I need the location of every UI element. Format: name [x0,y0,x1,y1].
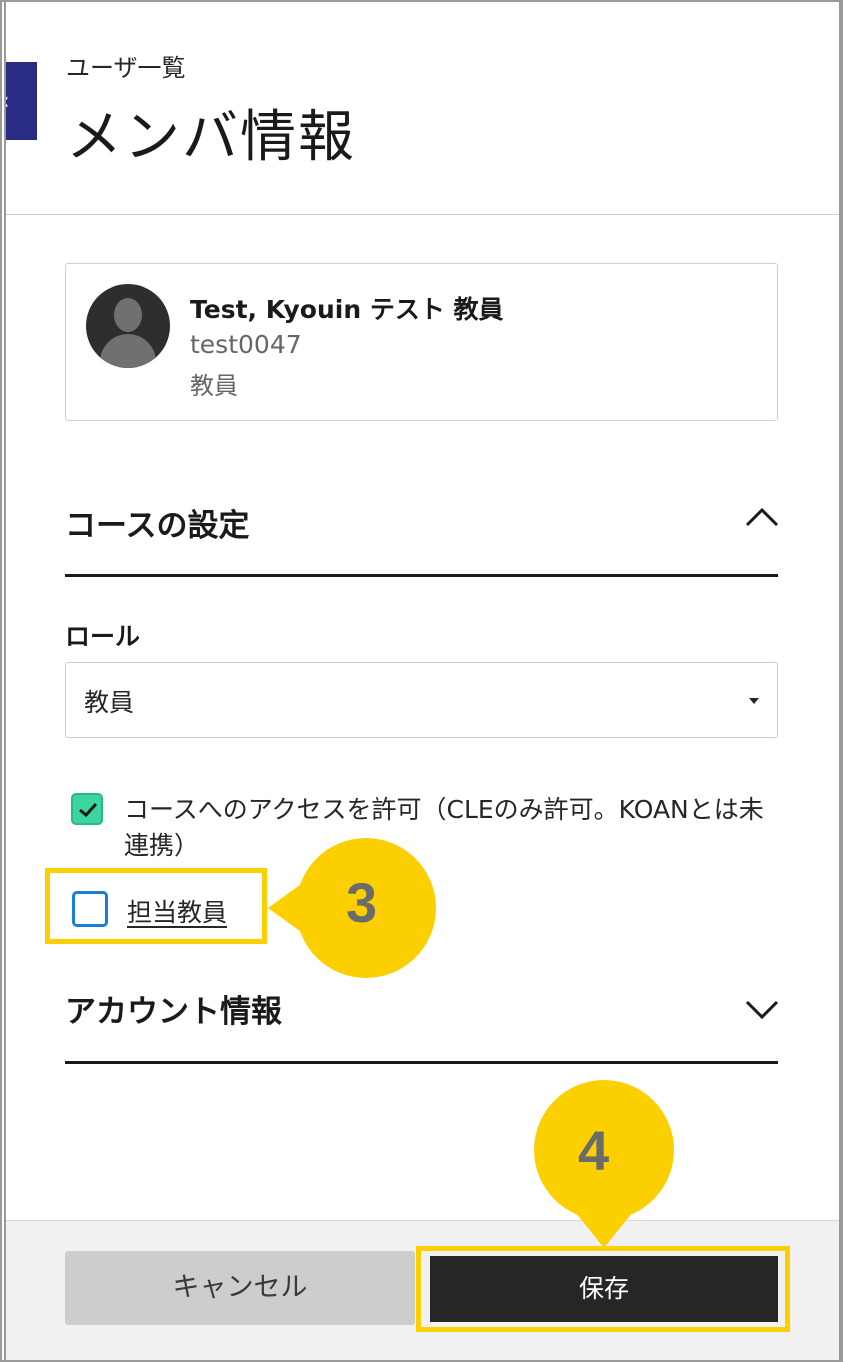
course-settings-header[interactable]: コースの設定 [65,500,249,545]
teacher-checkbox[interactable] [72,891,108,927]
role-select[interactable]: 教員 [65,662,778,738]
access-checkbox[interactable] [71,793,103,825]
chevron-left-icon: ‹ [6,62,10,140]
highlight-teacher-checkbox: 担当教員 [45,868,267,944]
cancel-button[interactable]: キャンセル [65,1251,415,1325]
callout-4-number: 4 [578,1119,610,1182]
callout-3-number: 3 [346,871,378,934]
course-settings-divider [65,574,778,577]
avatar-head [114,298,142,332]
panel-left-border [4,2,6,1360]
page-title: メンバ情報 [66,105,356,170]
role-select-value: 教員 [84,688,135,717]
avatar-body [100,334,156,368]
account-info-divider [65,1061,778,1064]
user-card: Test, Kyouin テスト 教員 test0047 教員 [65,263,778,421]
breadcrumb[interactable]: ユーザ一覧 [66,48,186,83]
user-id: test0047 [190,330,302,359]
checkmark-icon [79,802,98,818]
teacher-checkbox-label[interactable]: 担当教員 [127,893,227,929]
access-checkbox-label: コースへのアクセスを許可（CLEのみ許可。KOANとは未連携） [124,795,764,860]
header-divider [6,214,839,215]
chevron-down-icon[interactable] [744,998,780,1022]
user-name: Test, Kyouin テスト 教員 [190,295,504,324]
caret-down-icon [749,698,759,704]
user-role: 教員 [190,372,238,400]
person-silhouette-icon [86,284,170,368]
account-info-header[interactable]: アカウント情報 [65,986,282,1031]
chevron-up-icon[interactable] [744,504,780,528]
save-button[interactable]: 保存 [430,1256,778,1322]
role-label: ロール [65,622,141,651]
back-button[interactable]: ‹ [6,62,37,140]
